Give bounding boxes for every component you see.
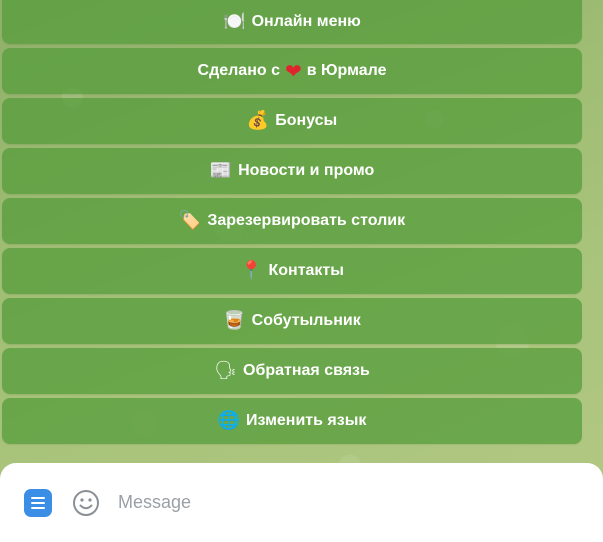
message-input[interactable] [116, 491, 540, 514]
online-menu-button[interactable]: 🍽️ Онлайн меню [2, 0, 582, 44]
button-label: Бонусы [275, 112, 338, 129]
button-label: Обратная связь [243, 362, 370, 379]
change-language-button[interactable]: 🌐 Изменить язык [2, 398, 582, 444]
pin-icon: 📍 [240, 260, 263, 281]
message-composer [0, 463, 603, 542]
drinking-buddy-button[interactable]: 🥃 Собутыльник [2, 298, 582, 344]
contacts-button[interactable]: 📍 Контакты [2, 248, 582, 294]
globe-icon: 🌐 [217, 410, 241, 431]
bonuses-button[interactable]: 💰 Бонусы [2, 98, 582, 144]
bot-reply-keyboard: 🍽️ Онлайн меню Сделано с ❤ в Юрмале 💰 Бо… [2, 0, 582, 444]
reserve-table-button[interactable]: 🏷️ Зарезервировать столик [2, 198, 582, 244]
button-label-before: Сделано с [197, 62, 280, 79]
button-label: Новости и промо [238, 162, 375, 179]
plate-icon: 🍽️ [223, 11, 246, 32]
made-in-jurmala-button[interactable]: Сделано с ❤ в Юрмале [2, 48, 582, 94]
button-label: Онлайн меню [251, 13, 361, 30]
newspaper-icon: 📰 [209, 160, 233, 181]
heart-icon: ❤ [284, 59, 302, 83]
emoji-button[interactable] [72, 489, 100, 517]
ticket-icon: 🏷️ [178, 210, 202, 231]
speech-head-icon: 🗣 [214, 360, 238, 381]
money-bag-icon: 💰 [246, 110, 270, 131]
whiskey-glass-icon: 🥃 [223, 310, 246, 331]
bot-menu-button[interactable] [24, 488, 52, 517]
menu-icon [31, 496, 45, 509]
button-label: Контакты [268, 262, 344, 279]
button-label: Изменить язык [246, 412, 367, 429]
button-label: Зарезервировать столик [207, 212, 406, 229]
smiley-icon [73, 489, 99, 516]
news-promo-button[interactable]: 📰 Новости и промо [2, 148, 582, 194]
button-label: Собутыльник [251, 312, 361, 329]
feedback-button[interactable]: 🗣 Обратная связь [2, 348, 582, 394]
button-label-after: в Юрмале [306, 62, 387, 79]
